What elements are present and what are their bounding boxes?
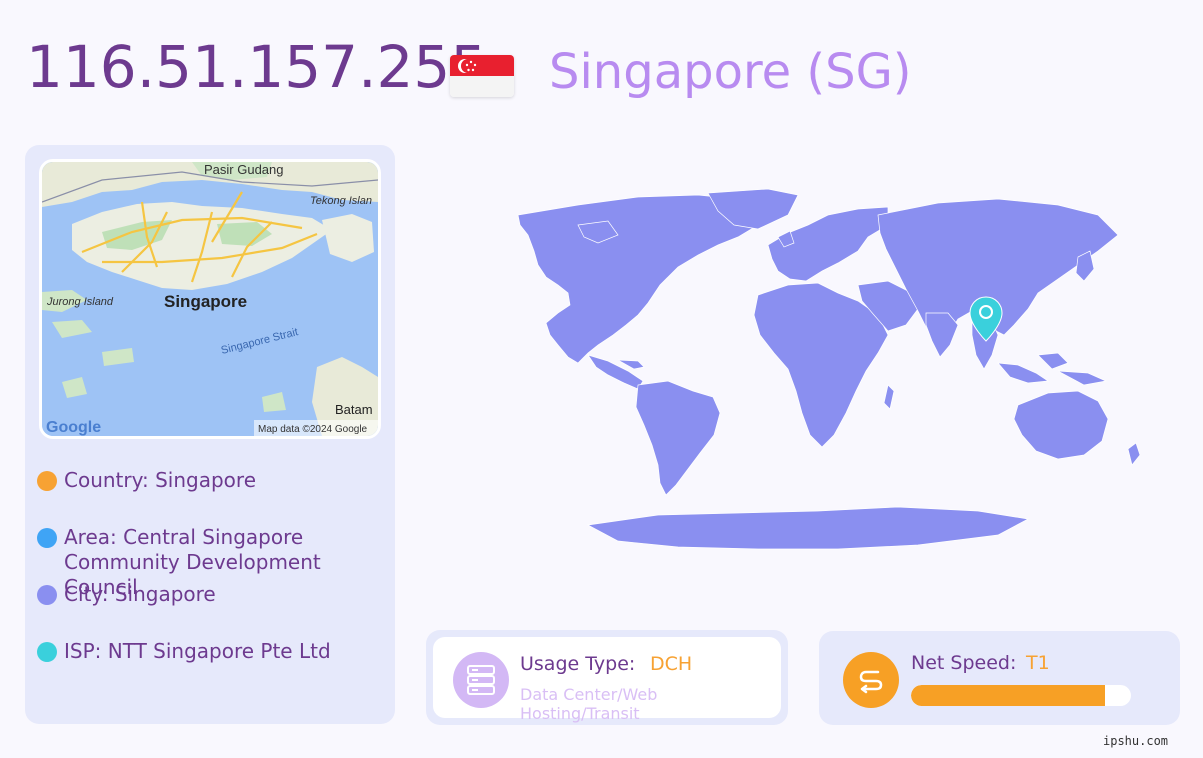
net-speed-value: T1 (1026, 652, 1050, 674)
info-city: City: Singapore (37, 582, 216, 607)
map-label-singapore: Singapore (164, 292, 247, 311)
speed-icon (843, 652, 899, 708)
map-label-batam: Batam (335, 402, 373, 417)
isp-dot-icon (37, 642, 57, 662)
usage-type-label: Usage Type: (520, 653, 636, 675)
area-text-line1: Area: Central Singapore (64, 525, 304, 549)
map-label-tekong: Tekong Islan (310, 195, 372, 207)
net-speed-bar-fill (911, 685, 1105, 706)
singapore-flag-icon (450, 55, 514, 97)
usage-type-card: Usage Type: DCH Data Center/Web Hosting/… (433, 637, 781, 723)
info-country: Country: Singapore (37, 468, 256, 493)
world-map (438, 185, 1158, 565)
country-title: Singapore (SG) (549, 44, 912, 100)
country-text: Country: Singapore (64, 468, 256, 492)
usage-type-panel: Usage Type: DCH Data Center/Web Hosting/… (426, 630, 788, 725)
country-dot-icon (37, 471, 57, 491)
map-label-jurong: Jurong Island (46, 296, 114, 308)
usage-type-value: DCH (650, 653, 693, 675)
map-attribution: Map data ©2024 Google (258, 424, 368, 435)
location-panel: Pasir Gudang Tekong Islan Jurong Island … (25, 145, 395, 724)
area-dot-icon (37, 528, 57, 548)
net-speed-panel: Net Speed: T1 (819, 631, 1180, 725)
map-label-pasir-gudang: Pasir Gudang (204, 162, 284, 177)
city-dot-icon (37, 585, 57, 605)
info-isp: ISP: NTT Singapore Pte Ltd (37, 639, 331, 664)
usage-type-description: Data Center/Web Hosting/Transit (520, 685, 658, 723)
net-speed-label: Net Speed: (911, 652, 1017, 674)
server-icon (453, 652, 509, 708)
net-speed-bar (911, 685, 1131, 706)
ip-address: 116.51.157.255 (26, 33, 488, 101)
google-logo: Google (46, 419, 101, 436)
watermark: ipshu.com (1103, 734, 1169, 748)
city-text: City: Singapore (64, 582, 216, 606)
isp-text: ISP: NTT Singapore Pte Ltd (64, 639, 331, 663)
mini-map[interactable]: Pasir Gudang Tekong Islan Jurong Island … (39, 159, 381, 439)
